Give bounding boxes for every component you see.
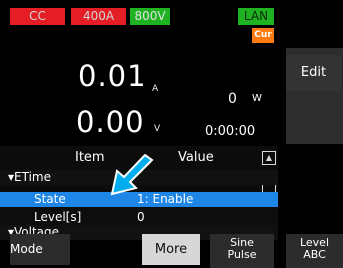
voltage-range-badge: 800V bbox=[130, 8, 170, 25]
pulse-label: Pulse bbox=[227, 248, 257, 261]
scroll-up-button[interactable]: ▲ bbox=[262, 151, 276, 165]
edit-button[interactable]: Edit bbox=[286, 55, 341, 91]
level-abc-button[interactable]: Level ABC bbox=[286, 234, 343, 268]
voltage-unit: V bbox=[154, 124, 161, 134]
power-readout: 0 bbox=[228, 91, 237, 107]
group-label: ▾ETime bbox=[8, 170, 51, 184]
row-value: 0 bbox=[137, 210, 145, 224]
power-unit: W bbox=[252, 93, 262, 104]
current-range-badge: 400A bbox=[71, 8, 126, 25]
mode-badge: CC bbox=[10, 8, 65, 25]
abc-label: ABC bbox=[303, 248, 326, 261]
more-button[interactable]: More bbox=[142, 234, 200, 265]
table-scroll-track bbox=[278, 146, 286, 228]
network-status-badge: LAN bbox=[238, 8, 274, 25]
current-readout: 0.01 bbox=[78, 59, 147, 93]
table-row[interactable]: Level[s] 0 bbox=[0, 210, 278, 225]
value-column-header: Value bbox=[178, 150, 214, 165]
row-item-label: State bbox=[34, 192, 66, 206]
current-unit: A bbox=[152, 84, 159, 94]
pointer-arrow-icon bbox=[110, 154, 154, 196]
row-item-label: Level[s] bbox=[34, 210, 82, 224]
elapsed-time: 0:00:00 bbox=[205, 124, 256, 139]
sine-pulse-button[interactable]: Sine Pulse bbox=[210, 234, 274, 268]
voltage-readout: 0.00 bbox=[76, 105, 145, 139]
mode-button[interactable]: Mode bbox=[10, 234, 70, 265]
cut-indicator-badge: Cur bbox=[252, 28, 274, 43]
